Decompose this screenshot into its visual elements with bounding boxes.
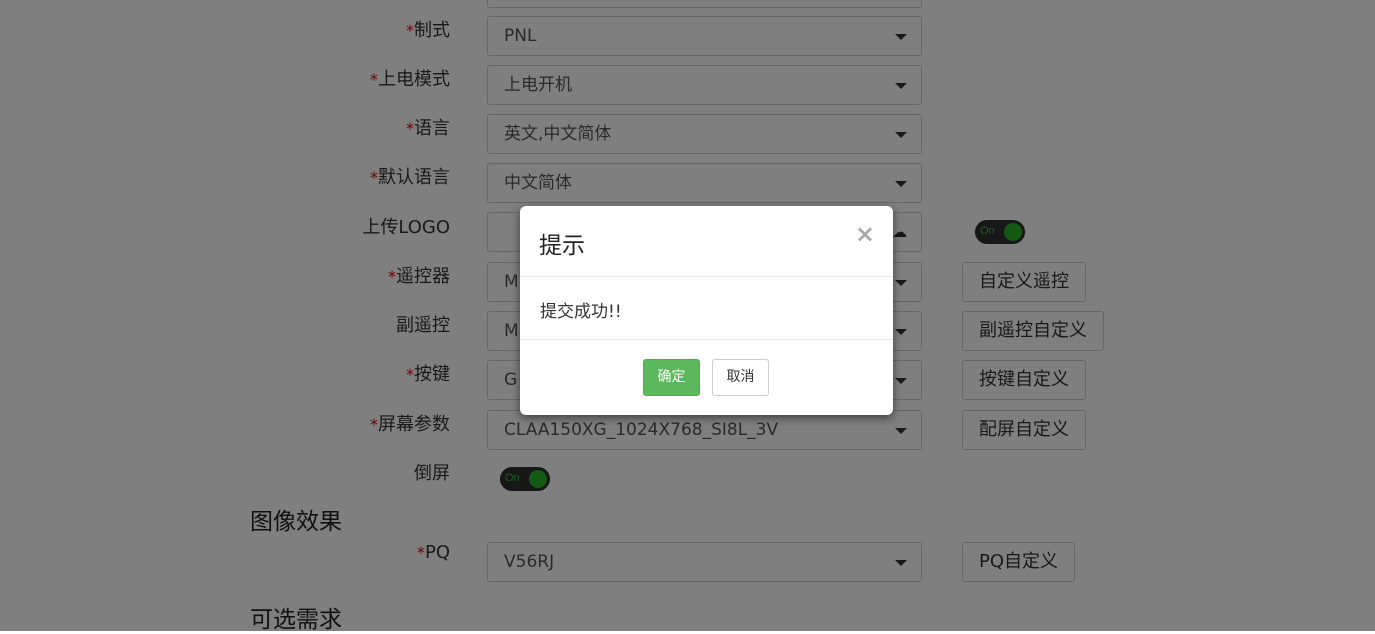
close-icon[interactable]: × — [855, 220, 875, 248]
dialog-body: 提交成功!! — [520, 277, 893, 340]
dialog-title: 提示 — [539, 233, 585, 259]
dialog-message: 提交成功!! — [540, 302, 622, 322]
dialog-footer: 确定 取消 — [520, 340, 893, 416]
confirm-button[interactable]: 确定 — [643, 359, 700, 396]
cancel-button[interactable]: 取消 — [712, 359, 769, 396]
dialog-header: 提示 × — [520, 206, 893, 277]
alert-dialog: 提示 × 提交成功!! 确定 取消 — [520, 206, 893, 415]
